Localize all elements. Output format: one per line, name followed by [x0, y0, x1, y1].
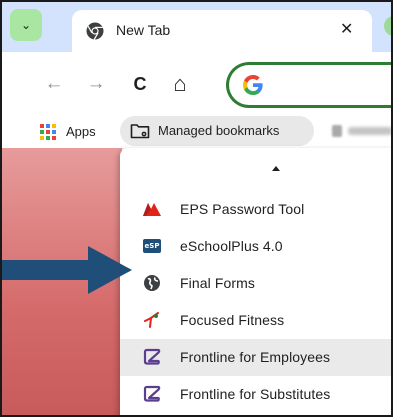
- menu-item-label: EPS Password Tool: [180, 201, 305, 217]
- frontline-icon: [142, 385, 162, 403]
- tab-new-tab[interactable]: New Tab ✕: [72, 10, 372, 52]
- menu-item-label: Frontline for Substitutes: [180, 386, 331, 402]
- focused-fitness-icon: [142, 311, 162, 329]
- scroll-up-icon[interactable]: [272, 166, 280, 171]
- callout-arrow-icon: [2, 246, 132, 294]
- menu-item-label: Focused Fitness: [180, 312, 285, 328]
- back-arrow-icon[interactable]: ←: [42, 72, 66, 96]
- forward-arrow-icon[interactable]: →: [84, 72, 108, 96]
- chrome-favicon-icon: [86, 22, 104, 40]
- managed-folder-icon: [130, 124, 150, 139]
- managed-bookmarks-menu: EPS Password Tool eSP eSchoolPlus 4.0 Fi…: [120, 148, 391, 415]
- reload-icon[interactable]: C: [128, 72, 152, 96]
- menu-item-focused-fitness[interactable]: Focused Fitness: [120, 302, 391, 339]
- chevron-down-icon: ⌄: [20, 18, 32, 32]
- toolbar: ← → C ⌂: [2, 52, 391, 116]
- menu-item-eps-password-tool[interactable]: EPS Password Tool: [120, 191, 391, 228]
- home-icon[interactable]: ⌂: [168, 71, 192, 96]
- globe-icon: [142, 274, 162, 292]
- managed-bookmarks-label: Managed bookmarks: [158, 123, 280, 138]
- address-bar[interactable]: [226, 62, 391, 108]
- menu-item-frontline-substitutes[interactable]: Frontline for Substitutes: [120, 376, 391, 413]
- tab-title: New Tab: [116, 22, 171, 38]
- menu-item-eschoolplus[interactable]: eSP eSchoolPlus 4.0: [120, 228, 391, 265]
- blurred-bookmark[interactable]: [332, 125, 391, 137]
- close-icon[interactable]: ✕: [340, 19, 353, 41]
- menu-item-label: Final Forms: [180, 275, 255, 291]
- tab-search-button[interactable]: ⌄: [10, 9, 42, 41]
- menu-item-label: eSchoolPlus 4.0: [180, 238, 283, 254]
- tab-strip: ⌄ New Tab ✕: [2, 2, 391, 52]
- esp-icon: eSP: [142, 237, 162, 255]
- menu-item-label: Frontline for Employees: [180, 349, 331, 365]
- browser-window: ⌄ New Tab ✕ ← → C ⌂ Apps Managed bookmar…: [0, 0, 393, 417]
- menu-item-frontline-employees[interactable]: Frontline for Employees: [120, 339, 391, 376]
- menu-item-final-forms[interactable]: Final Forms: [120, 265, 391, 302]
- bookmarks-bar: Apps Managed bookmarks: [2, 116, 391, 148]
- eps-password-icon: [142, 200, 162, 218]
- frontline-icon: [142, 348, 162, 366]
- managed-bookmarks-button[interactable]: Managed bookmarks: [120, 116, 314, 146]
- esp-badge: eSP: [143, 239, 161, 253]
- apps-grid-icon[interactable]: [40, 124, 56, 140]
- new-tab-button[interactable]: [384, 16, 391, 36]
- apps-label[interactable]: Apps: [66, 124, 96, 139]
- google-g-icon: [243, 75, 263, 95]
